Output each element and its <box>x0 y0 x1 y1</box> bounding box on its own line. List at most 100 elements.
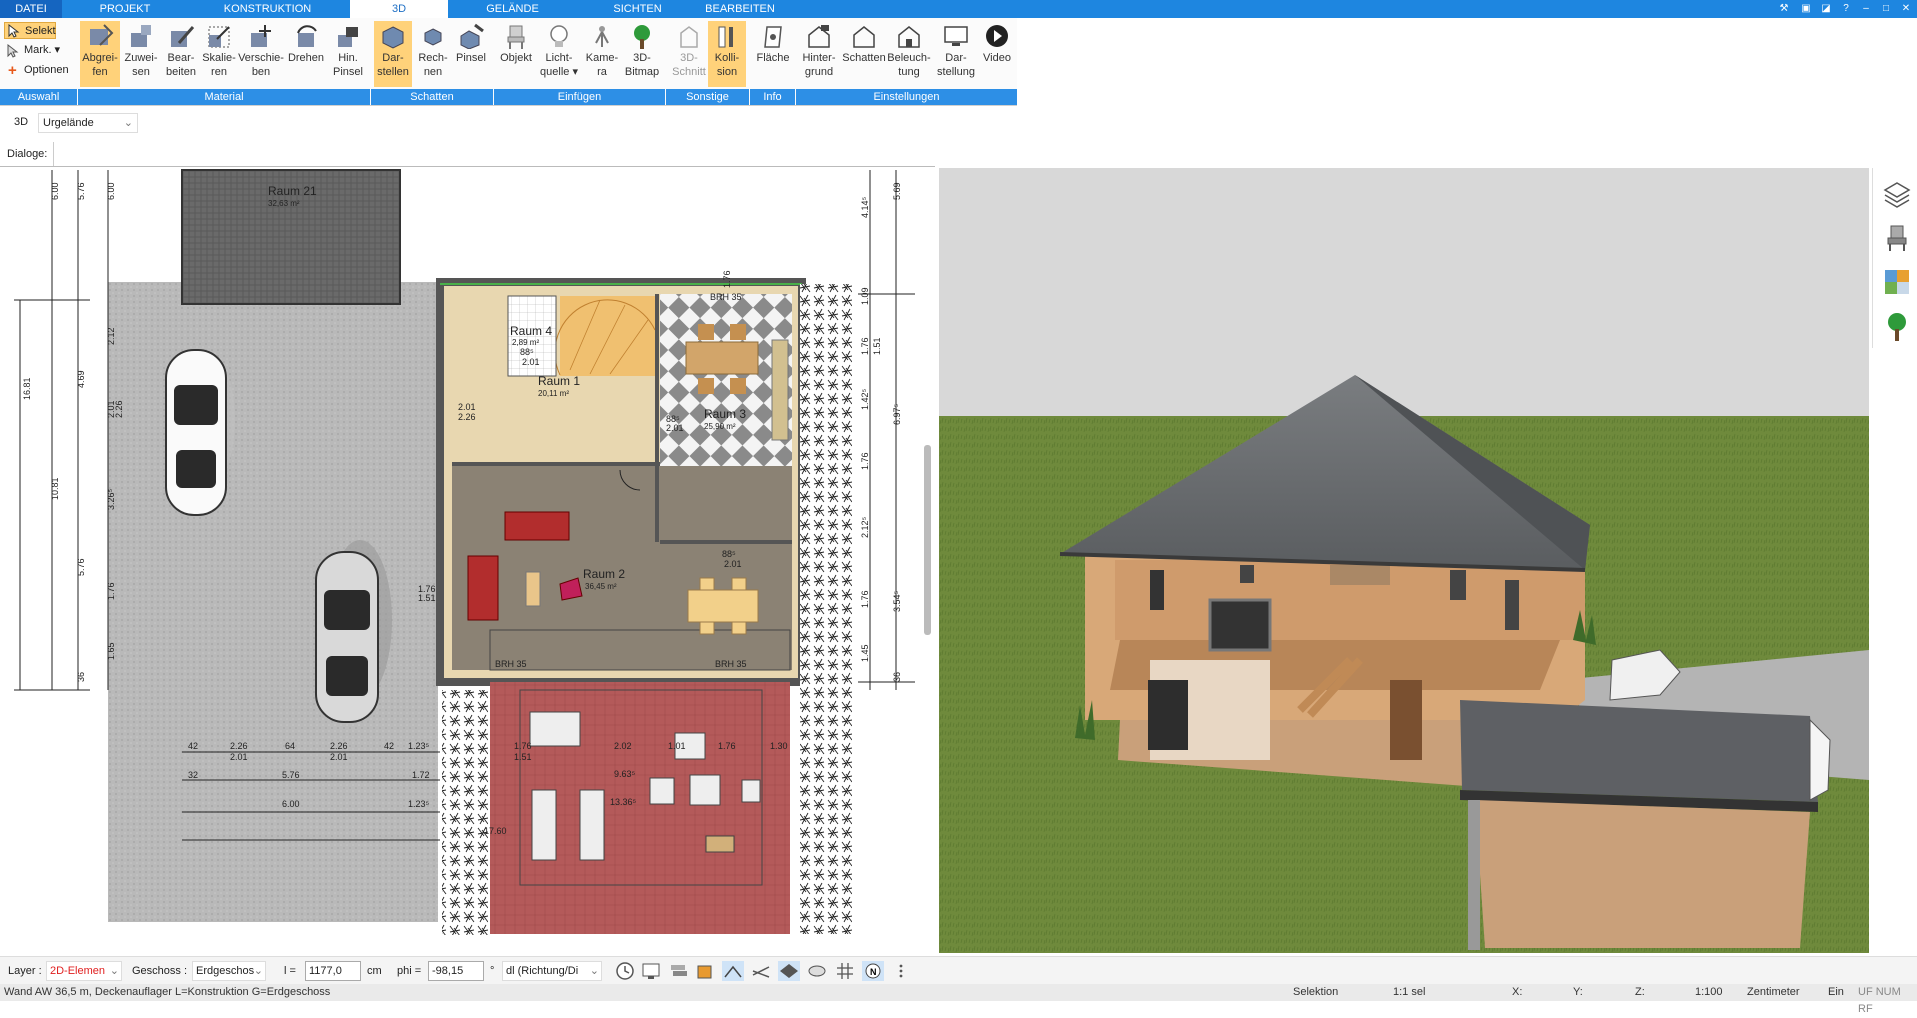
dim-right-7: 1.76 <box>860 452 870 470</box>
layer-snap-icon[interactable] <box>778 961 800 981</box>
3d-schnitt-label-1: 3D- <box>680 52 698 64</box>
kollision-button[interactable]: Kolli-sion <box>708 21 746 87</box>
floor-plan-canvas[interactable]: Raum 21 32,63 m² Raum 4 2,89 m² Raum 1 2… <box>0 168 935 938</box>
lighting-house-icon <box>898 26 920 48</box>
floor-plan-view[interactable]: Raum 21 32,63 m² Raum 4 2,89 m² Raum 1 2… <box>0 168 935 938</box>
group-schatten: Schatten <box>371 89 493 105</box>
video-label-1: Video <box>983 52 1011 64</box>
terrain-dropdown[interactable]: Urgelände ⌄ <box>38 113 138 133</box>
phi-input[interactable]: -98,15 <box>428 961 484 981</box>
tab-3d[interactable]: 3D <box>350 0 448 18</box>
3d-view[interactable] <box>939 168 1869 953</box>
length-input[interactable]: 1177,0 <box>305 961 361 981</box>
dialoge-label: Dialoge: <box>0 142 54 166</box>
tab-datei[interactable]: DATEI <box>0 0 62 18</box>
color-cube-icon[interactable] <box>694 961 716 981</box>
verschieben-button[interactable]: Verschie-ben <box>238 21 284 87</box>
dim-bottom-9: 1.72 <box>412 770 430 780</box>
group-einstellungen: Einstellungen <box>796 89 1017 105</box>
clock-icon[interactable] <box>614 961 636 981</box>
hintergrund-button[interactable]: Hinter-grund <box>798 21 840 87</box>
tab-bearbeiten[interactable]: BEARBEITEN <box>700 0 780 18</box>
3d-schnitt-button[interactable]: 3D- Schnitt <box>670 21 708 87</box>
tab-sichten[interactable]: SICHTEN <box>600 0 675 18</box>
dim-left-13: 36 <box>76 672 86 682</box>
3d-bitmap-label-2: Bitmap <box>624 66 660 78</box>
tools-icon[interactable]: ⚒ <box>1776 1 1792 17</box>
more-options-icon[interactable] <box>890 961 912 981</box>
mark-label: Mark. <box>24 44 52 56</box>
abgreifen-button[interactable]: Abgrei-fen <box>80 21 120 87</box>
dim-misc-10: BRH 35 <box>710 292 742 302</box>
layers-icon[interactable] <box>1883 180 1911 208</box>
objekt-button[interactable]: Objekt <box>496 21 536 87</box>
cursor-icon <box>8 24 20 38</box>
3d-bitmap-button[interactable]: 3D- Bitmap <box>622 21 662 87</box>
lichtquelle-button[interactable]: Licht-quelle ▾ <box>538 21 580 87</box>
view-mode-label: 3D <box>14 116 29 128</box>
mark-button[interactable]: Mark. ▾ <box>4 42 64 59</box>
dim-bottom-11: 1.23⁵ <box>408 799 430 809</box>
plant-catalog-icon[interactable] <box>1885 312 1909 342</box>
dim-bottom-0: 42 <box>188 741 198 751</box>
material-catalog-icon[interactable] <box>1883 268 1911 296</box>
window-icon[interactable]: ▣ <box>1798 1 1814 17</box>
hin-pinsel-label-2: Pinsel <box>333 66 363 78</box>
dim-bottom-7: 2.01 <box>330 752 348 762</box>
beleuchtung-button[interactable]: Beleuch-tung <box>886 21 932 87</box>
assign-material-icon <box>131 25 151 47</box>
skalieren-button[interactable]: Skalie-ren <box>200 21 238 87</box>
optionen-button[interactable]: + Optionen <box>4 62 74 79</box>
tab-konstruktion[interactable]: KONSTRUKTION <box>210 0 325 18</box>
maximize-icon[interactable]: □ <box>1878 1 1894 17</box>
dim-right-6: 6.97⁵ <box>892 403 902 425</box>
3d-render[interactable] <box>939 168 1869 953</box>
dim-terrace-6: 9.63⁵ <box>614 769 636 779</box>
drehen-label-1: Drehen <box>287 52 325 64</box>
close-icon[interactable]: ✕ <box>1898 1 1914 17</box>
group-einfuegen: Einfügen <box>494 89 665 105</box>
tab-gelaende[interactable]: GELÄNDE <box>470 0 555 18</box>
kamera-button[interactable]: Kame-ra <box>582 21 622 87</box>
chair-object-icon <box>507 25 525 49</box>
flaeche-button[interactable]: Fläche <box>752 21 794 87</box>
sofa <box>504 511 570 541</box>
bearbeiten-button[interactable]: Bear-beiten <box>162 21 200 87</box>
north-icon[interactable]: N <box>862 961 884 981</box>
pinsel-button[interactable]: Pinsel <box>452 21 490 87</box>
hatch-icon[interactable] <box>750 961 772 981</box>
chevron-down-icon: ⌄ <box>123 117 133 129</box>
room-area-raum2: 36,45 m² <box>585 582 617 591</box>
screen-icon[interactable] <box>640 961 662 981</box>
surface-icon[interactable] <box>806 961 828 981</box>
darstellung-button[interactable]: Dar-stellung <box>934 21 978 87</box>
schatten-einst-button[interactable]: Schatten <box>842 21 886 87</box>
grid-icon[interactable] <box>834 961 856 981</box>
rechnen-button[interactable]: Rech-nen <box>414 21 452 87</box>
chair-catalog-icon[interactable] <box>1885 224 1909 252</box>
hin-pinsel-button[interactable]: Hin. Pinsel <box>328 21 368 87</box>
layer-dropdown[interactable]: 2D-Elemen ⌄ <box>46 961 122 981</box>
drehen-button[interactable]: Drehen <box>286 21 326 87</box>
snap-angle-icon[interactable] <box>722 961 744 981</box>
geschoss-dropdown[interactable]: Erdgeschos ⌄ <box>192 961 266 981</box>
stack-icon[interactable] <box>668 961 690 981</box>
status-scale: 1:100 <box>1695 986 1723 998</box>
darstellen-button[interactable]: Dar-stellen <box>374 21 412 87</box>
selekt-button[interactable]: Selekt <box>4 22 56 39</box>
tab-projekt[interactable]: PROJEKT <box>85 0 165 18</box>
help-icon[interactable]: ? <box>1838 1 1854 17</box>
window-arrange-icon[interactable]: ◪ <box>1818 1 1834 17</box>
schatten-einst-label-1: Schatten <box>842 52 886 64</box>
dim-misc-12: BRH 35 <box>495 659 527 669</box>
darstellen-label-1: Dar- <box>382 52 404 64</box>
dim-misc-8: 88⁵ <box>722 549 736 559</box>
minimize-icon[interactable]: – <box>1858 1 1874 17</box>
video-button[interactable]: Video <box>978 21 1016 87</box>
vertical-scrollbar[interactable] <box>924 445 931 635</box>
dim-left-12: 1.65 <box>106 642 116 660</box>
kollision-label-1: Kolli- <box>714 52 740 64</box>
dim-bottom-10: 6.00 <box>282 799 300 809</box>
zuweisen-button[interactable]: Zuwei-sen <box>122 21 160 87</box>
direction-dropdown[interactable]: dl (Richtung/Di ⌄ <box>502 961 602 981</box>
